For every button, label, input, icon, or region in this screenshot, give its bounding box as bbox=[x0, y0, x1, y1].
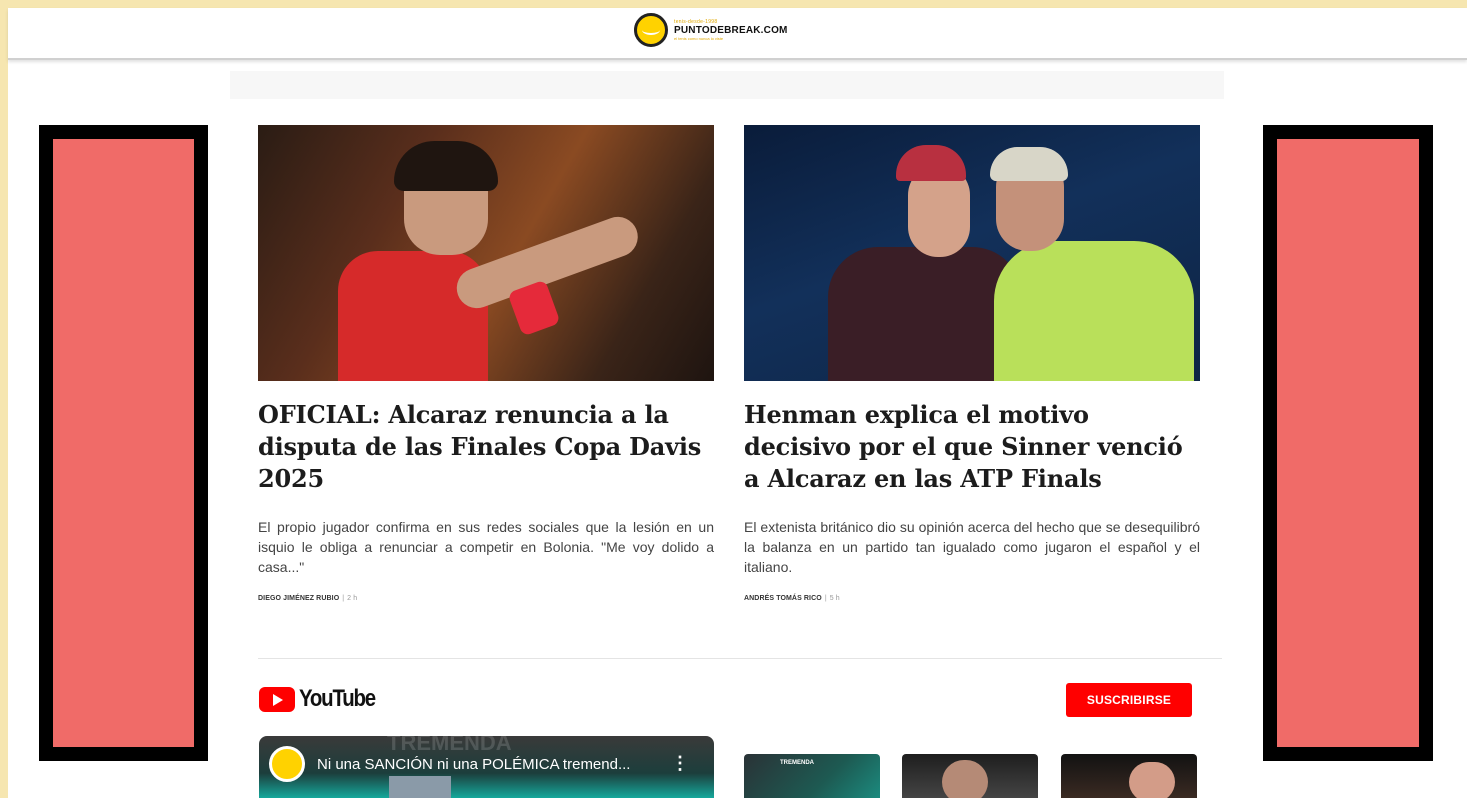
top-ad-placeholder bbox=[230, 71, 1224, 99]
video-thumbnail[interactable]: TREMENDA bbox=[744, 754, 880, 798]
left-ad-banner[interactable] bbox=[39, 125, 208, 761]
video-thumbnail[interactable] bbox=[1061, 754, 1197, 798]
right-ad-fill bbox=[1277, 139, 1419, 747]
logo-tagline-bottom: el tenis como nunca lo viste bbox=[674, 36, 724, 41]
subscribe-button[interactable]: SUSCRIBIRSE bbox=[1066, 683, 1192, 717]
article-card: OFICIAL: Alcaraz renuncia a la disputa d… bbox=[258, 125, 714, 602]
featured-video-player[interactable]: TREMENDA Ni una SANCIÓN ni una POLÉMICA … bbox=[259, 736, 714, 798]
more-options-icon[interactable]: ⋮ bbox=[671, 753, 689, 774]
player-cap bbox=[896, 145, 966, 181]
video-still bbox=[389, 776, 451, 798]
player-shirt bbox=[828, 247, 1022, 381]
article-card: Henman explica el motivo decisivo por el… bbox=[744, 125, 1200, 602]
logo-wordmark: PUNTODEBREAK.COM bbox=[674, 25, 788, 36]
tennis-ball-icon bbox=[634, 13, 668, 47]
article-time: 2 h bbox=[347, 595, 358, 602]
article-image[interactable] bbox=[744, 125, 1200, 381]
site-logo[interactable]: tenis-desde-1998 PUNTODEBREAK.COM el ten… bbox=[634, 10, 788, 50]
right-ad-banner[interactable] bbox=[1263, 125, 1433, 761]
article-meta: DIEGO JIMÉNEZ RUBIO | 2 h bbox=[258, 595, 714, 602]
player-hair bbox=[990, 147, 1068, 181]
article-summary: El propio jugador confirma en sus redes … bbox=[258, 519, 714, 575]
section-divider bbox=[258, 658, 1222, 659]
player-hair bbox=[394, 141, 498, 191]
article-headline[interactable]: OFICIAL: Alcaraz renuncia a la disputa d… bbox=[258, 399, 714, 495]
thumbnail-person bbox=[1129, 762, 1175, 798]
player-shirt bbox=[994, 241, 1194, 381]
article-author[interactable]: DIEGO JIMÉNEZ RUBIO bbox=[258, 595, 339, 602]
article-meta: ANDRÉS TOMÁS RICO | 5 h bbox=[744, 595, 1200, 602]
thumbnail-person bbox=[942, 760, 988, 798]
browser-viewport: tenis-desde-1998 PUNTODEBREAK.COM el ten… bbox=[8, 8, 1467, 798]
logo-text-block: tenis-desde-1998 PUNTODEBREAK.COM el ten… bbox=[674, 19, 788, 41]
meta-separator: | bbox=[342, 595, 345, 602]
meta-separator: | bbox=[824, 595, 827, 602]
youtube-logo[interactable]: YouTube bbox=[259, 685, 388, 713]
article-summary: El extenista británico dio su opinión ac… bbox=[744, 519, 1200, 575]
article-headline[interactable]: Henman explica el motivo decisivo por el… bbox=[744, 399, 1200, 495]
site-header: tenis-desde-1998 PUNTODEBREAK.COM el ten… bbox=[8, 8, 1467, 60]
thumbnail-label: TREMENDA bbox=[780, 760, 814, 766]
article-author[interactable]: ANDRÉS TOMÁS RICO bbox=[744, 595, 822, 602]
article-time: 5 h bbox=[829, 595, 840, 602]
left-ad-fill bbox=[53, 139, 194, 747]
video-watermark: TREMENDA bbox=[387, 736, 512, 755]
article-image[interactable] bbox=[258, 125, 714, 381]
youtube-wordmark: YouTube bbox=[299, 685, 376, 712]
channel-avatar-icon[interactable] bbox=[269, 746, 305, 782]
video-thumbnail[interactable] bbox=[902, 754, 1038, 798]
video-title[interactable]: Ni una SANCIÓN ni una POLÉMICA tremend..… bbox=[317, 756, 630, 773]
youtube-play-icon bbox=[259, 686, 295, 712]
